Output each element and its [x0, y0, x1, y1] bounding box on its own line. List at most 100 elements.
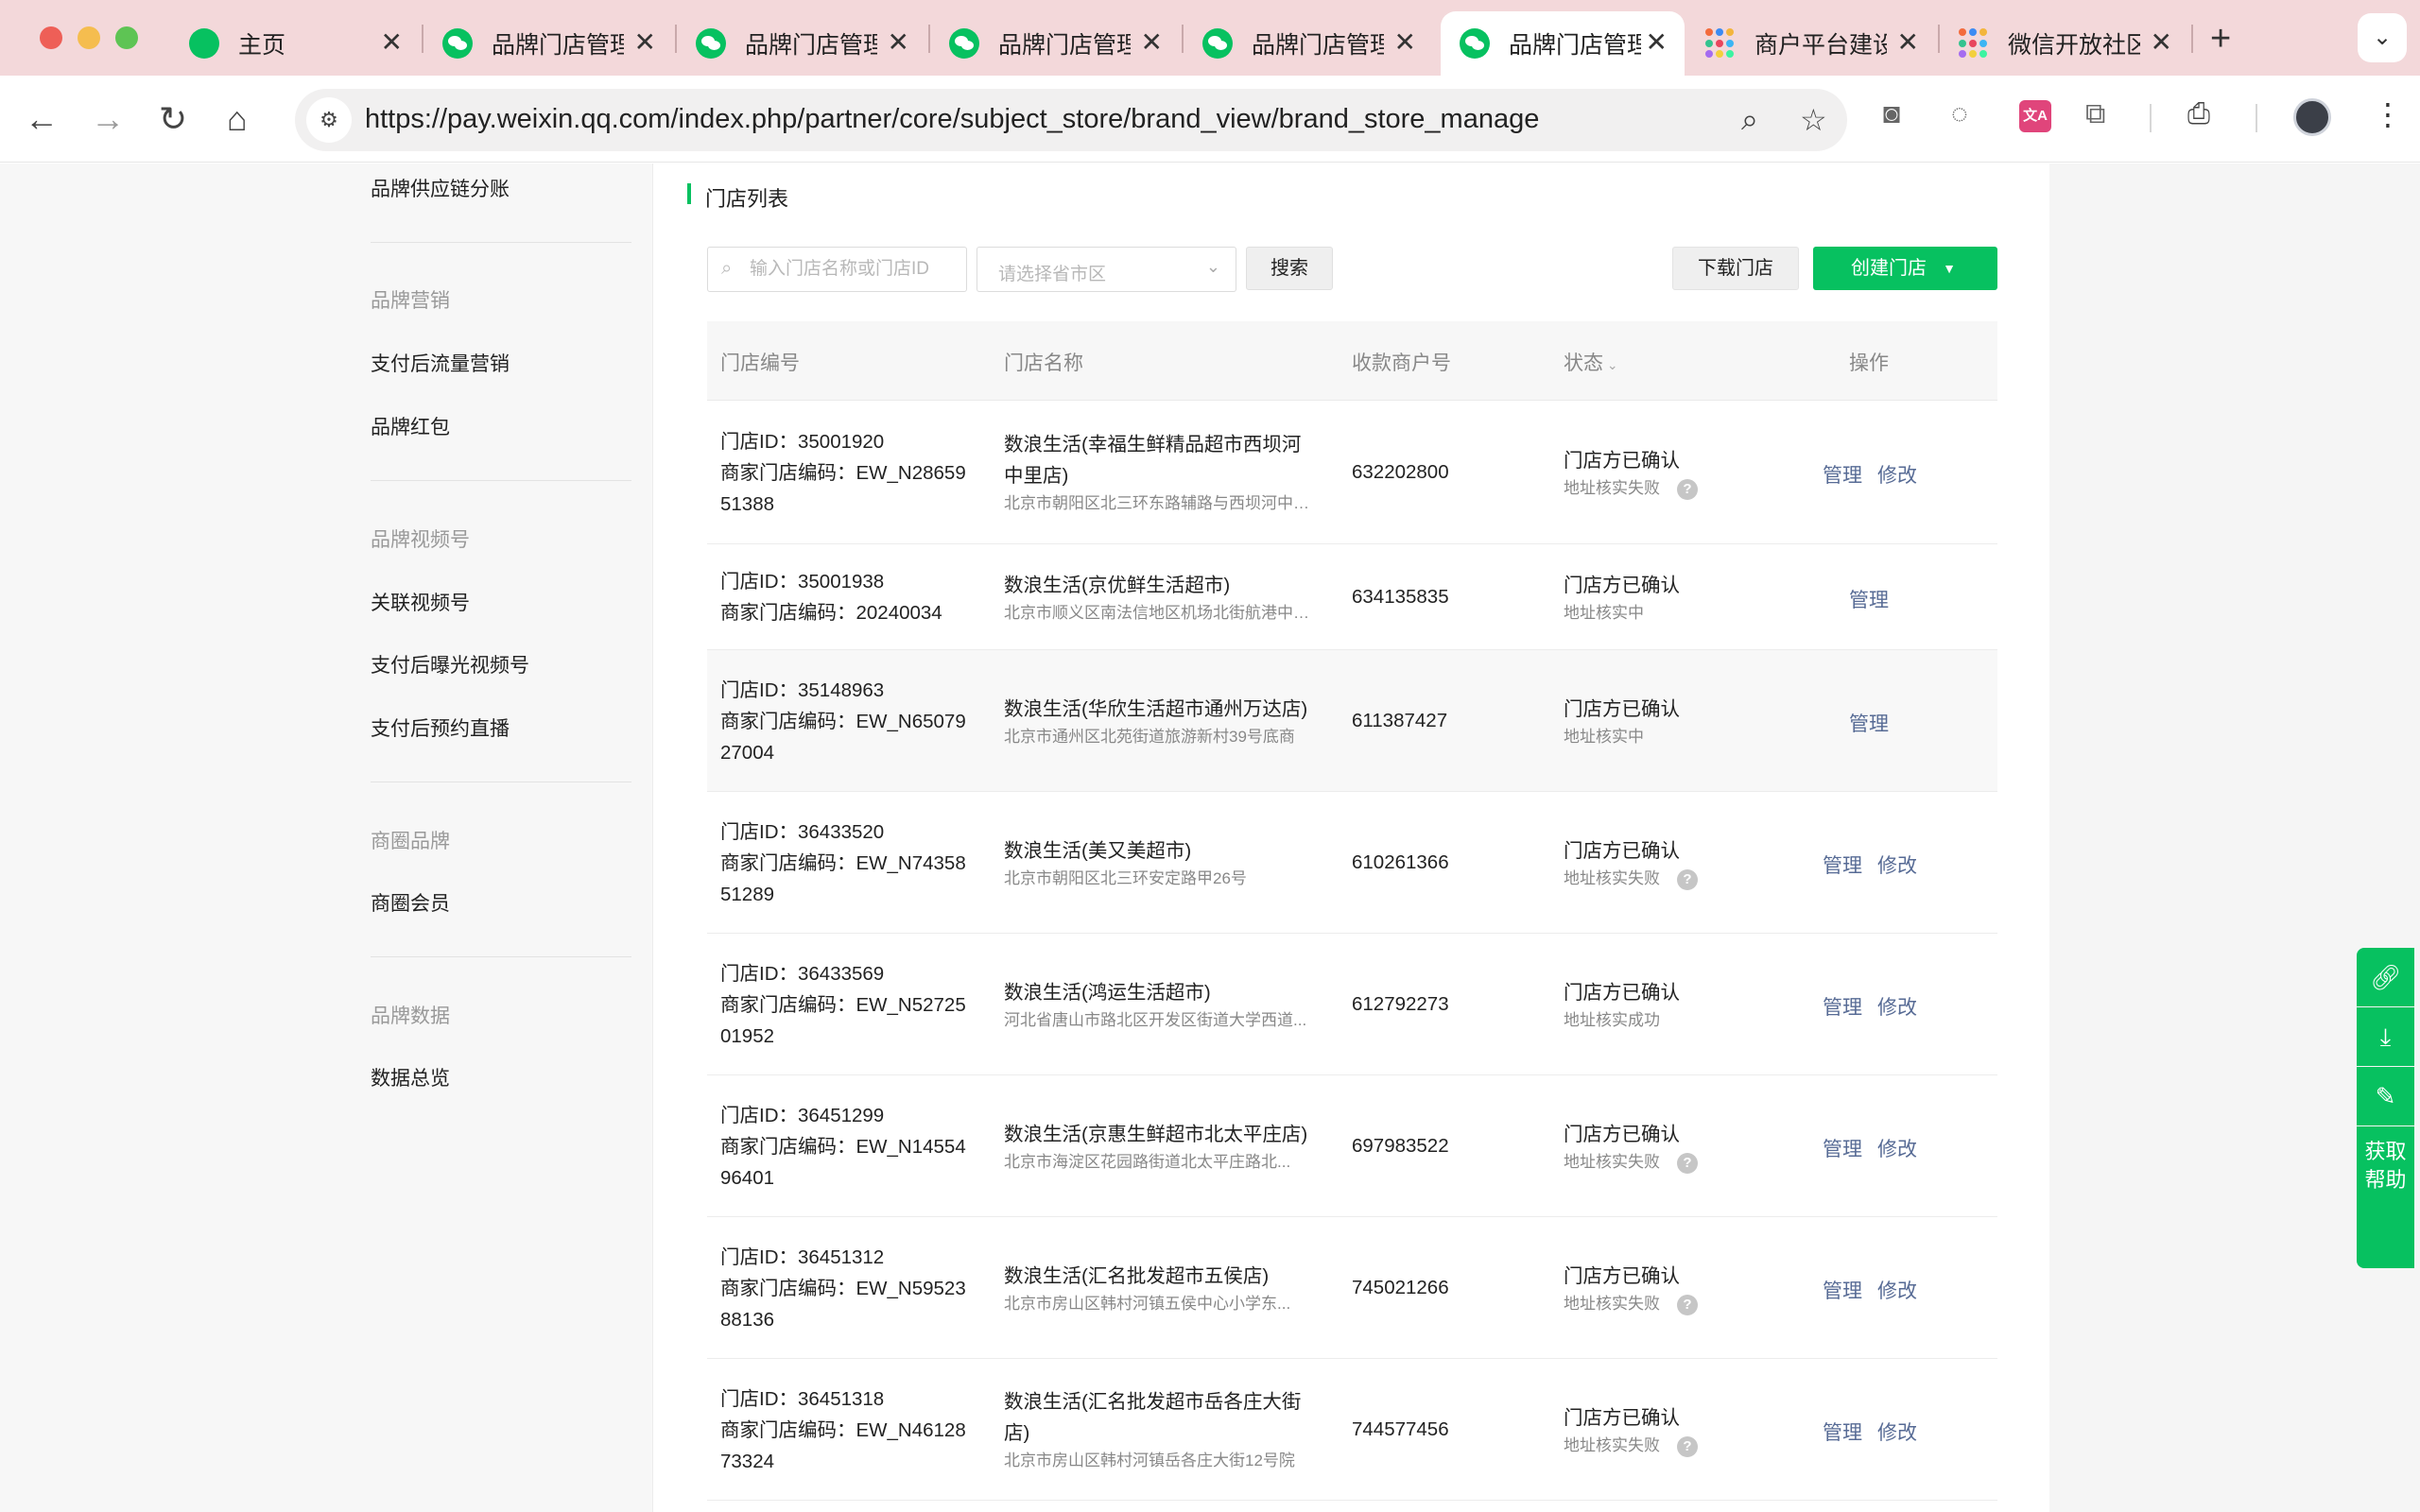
- sidebar-group-brand-channels: 品牌视频号: [371, 529, 470, 551]
- col-status[interactable]: 状态 ⌄: [1564, 348, 1618, 376]
- tab-brand-store-1[interactable]: 品牌门店管理 ✕: [424, 11, 673, 76]
- float-edit-button[interactable]: ✎: [2357, 1067, 2414, 1125]
- help-icon[interactable]: ?: [1677, 1435, 1698, 1457]
- url-text[interactable]: https://pay.weixin.qq.com/index.php/part…: [365, 104, 1539, 135]
- window-zoom-button[interactable]: [115, 26, 138, 49]
- edit-link[interactable]: 修改: [1877, 1276, 1917, 1304]
- tab-brand-store-4[interactable]: 品牌门店管理 ✕: [1184, 11, 1433, 76]
- store-id-cell: 门店ID：35001938 商家门店编码：20240034: [720, 566, 980, 628]
- edit-link[interactable]: 修改: [1877, 850, 1917, 879]
- translate-icon[interactable]: 文A: [2019, 100, 2051, 132]
- manage-link[interactable]: 管理: [1823, 850, 1862, 879]
- store-address: 北京市朝阳区北三环安定路甲26号: [1004, 869, 1247, 887]
- profile-avatar[interactable]: [2293, 98, 2331, 136]
- merchant-store-code: 商家门店编码：EW_N28659: [720, 462, 966, 484]
- merchant-store-code: 商家门店编码：EW_N65079: [720, 711, 966, 732]
- tab-wechat-open-community[interactable]: 微信开放社区 ✕: [1940, 11, 2189, 76]
- help-icon[interactable]: ?: [1677, 1152, 1698, 1174]
- new-tab-button[interactable]: +: [2210, 19, 2231, 60]
- print-icon[interactable]: ⎙: [2187, 98, 2210, 130]
- manage-link[interactable]: 管理: [1823, 460, 1862, 489]
- window-close-button[interactable]: [40, 26, 62, 49]
- help-icon[interactable]: ?: [1677, 1294, 1698, 1315]
- close-icon[interactable]: ✕: [381, 28, 403, 57]
- float-link-button[interactable]: 🔗︎: [2357, 948, 2414, 1006]
- float-download-button[interactable]: ⤓: [2357, 1007, 2414, 1066]
- manage-link[interactable]: 管理: [1823, 992, 1862, 1021]
- region-select[interactable]: 请选择省市区 ⌄: [977, 247, 1236, 292]
- store-search-box[interactable]: ⌕: [707, 247, 967, 292]
- chat-icon[interactable]: ◌: [1951, 98, 1968, 130]
- sidebar-divider: [371, 242, 631, 243]
- address-bar[interactable]: ⚙ https://pay.weixin.qq.com/index.php/pa…: [295, 89, 1847, 151]
- edit-link[interactable]: 修改: [1877, 460, 1917, 489]
- get-help-button[interactable]: 获取帮助: [2357, 1126, 2414, 1268]
- status-cell: 门店方已确认 地址核实失败?: [1564, 1119, 1698, 1175]
- site-settings-icon[interactable]: ⚙: [306, 97, 352, 143]
- screenshot-icon[interactable]: ◙: [1883, 98, 1900, 130]
- close-icon[interactable]: ✕: [1897, 28, 1919, 57]
- manage-link[interactable]: 管理: [1823, 1418, 1862, 1446]
- store-name: 中里店): [1004, 465, 1069, 487]
- close-icon[interactable]: ✕: [634, 28, 656, 57]
- store-name: 数浪生活(京惠生鲜超市北太平庄店): [1004, 1124, 1308, 1145]
- edit-link[interactable]: 修改: [1877, 1418, 1917, 1446]
- edit-link[interactable]: 修改: [1877, 992, 1917, 1021]
- manage-link[interactable]: 管理: [1823, 1134, 1862, 1162]
- browser-menu-icon[interactable]: ⋮: [2373, 96, 2403, 132]
- tab-brand-store-3[interactable]: 品牌门店管理 ✕: [930, 11, 1180, 76]
- close-icon[interactable]: ✕: [1394, 28, 1416, 57]
- tab-brand-store-active[interactable]: 品牌门店管理 ✕: [1441, 11, 1685, 76]
- help-icon[interactable]: ?: [1677, 478, 1698, 500]
- forward-icon[interactable]: →: [91, 100, 125, 138]
- create-store-button[interactable]: 创建门店 ▼: [1813, 247, 1997, 290]
- home-app-icon: [189, 28, 219, 59]
- status-cell: 门店方已确认地址核实成功: [1564, 977, 1680, 1033]
- sidebar-item-post-pay-live[interactable]: 支付后预约直播: [371, 713, 510, 742]
- tab-merchant-platform[interactable]: 商户平台建设 ✕: [1686, 11, 1936, 76]
- store-search-input[interactable]: [750, 255, 958, 284]
- back-icon[interactable]: ←: [25, 100, 59, 138]
- store-table: 门店编号 门店名称 收款商户号 状态 ⌄ 操作 门店ID：35001920 商家门…: [707, 321, 1997, 1501]
- status-text: 门店方已确认: [1564, 1124, 1680, 1145]
- address-verify-status: 地址核实失败: [1564, 479, 1660, 497]
- sidebar-item-brand-red-packet[interactable]: 品牌红包: [371, 412, 450, 440]
- grid-icon: [1705, 28, 1736, 59]
- zoom-icon[interactable]: ⌕: [1741, 102, 1758, 138]
- sidebar-item-post-pay-exposure[interactable]: 支付后曝光视频号: [371, 650, 529, 679]
- sidebar-item-supply-chain-split[interactable]: 品牌供应链分账: [371, 174, 510, 202]
- close-icon[interactable]: ✕: [2151, 28, 2172, 57]
- tab-search-button[interactable]: ⌄: [2358, 13, 2407, 62]
- sidebar-item-data-overview[interactable]: 数据总览: [371, 1063, 450, 1091]
- home-icon[interactable]: ⌂: [227, 100, 248, 138]
- address-verify-status: 地址核实成功: [1564, 1011, 1660, 1029]
- close-icon[interactable]: ✕: [888, 28, 909, 57]
- section-marker: [687, 183, 691, 204]
- region-select-placeholder: 请选择省市区: [998, 265, 1107, 284]
- sidebar-item-district-members[interactable]: 商圈会员: [371, 888, 450, 917]
- sidebar-item-post-pay-traffic[interactable]: 支付后流量营销: [371, 349, 510, 377]
- tab-brand-store-2[interactable]: 品牌门店管理 ✕: [677, 11, 926, 76]
- section-title: 门店列表: [705, 187, 789, 211]
- merchant-store-code: 96401: [720, 1167, 775, 1189]
- window-minimize-button[interactable]: [78, 26, 100, 49]
- edit-link[interactable]: 修改: [1877, 1134, 1917, 1162]
- search-button[interactable]: 搜索: [1246, 247, 1333, 290]
- status-text: 门店方已确认: [1564, 982, 1680, 1004]
- extensions-icon[interactable]: ⧉: [2085, 98, 2105, 130]
- manage-link[interactable]: 管理: [1849, 585, 1889, 613]
- store-name: 数浪生活(京优鲜生活超市): [1004, 575, 1231, 596]
- manage-link[interactable]: 管理: [1823, 1276, 1862, 1304]
- sidebar-item-linked-channels[interactable]: 关联视频号: [371, 588, 470, 616]
- store-name-cell: 数浪生活(鸿运生活超市) 河北省唐山市路北区开发区街道大学西道...: [1004, 977, 1316, 1033]
- create-store-label: 创建门店: [1851, 258, 1927, 279]
- close-icon[interactable]: ✕: [1646, 28, 1668, 57]
- help-icon[interactable]: ?: [1677, 868, 1698, 890]
- download-stores-button[interactable]: 下载门店: [1672, 247, 1799, 290]
- close-icon[interactable]: ✕: [1141, 28, 1163, 57]
- reload-icon[interactable]: ↻: [159, 100, 187, 138]
- bookmark-star-icon[interactable]: ☆: [1800, 102, 1827, 138]
- download-icon: ⤓: [2379, 1022, 2392, 1051]
- tab-home[interactable]: 主页 ✕: [170, 11, 420, 76]
- manage-link[interactable]: 管理: [1849, 709, 1889, 737]
